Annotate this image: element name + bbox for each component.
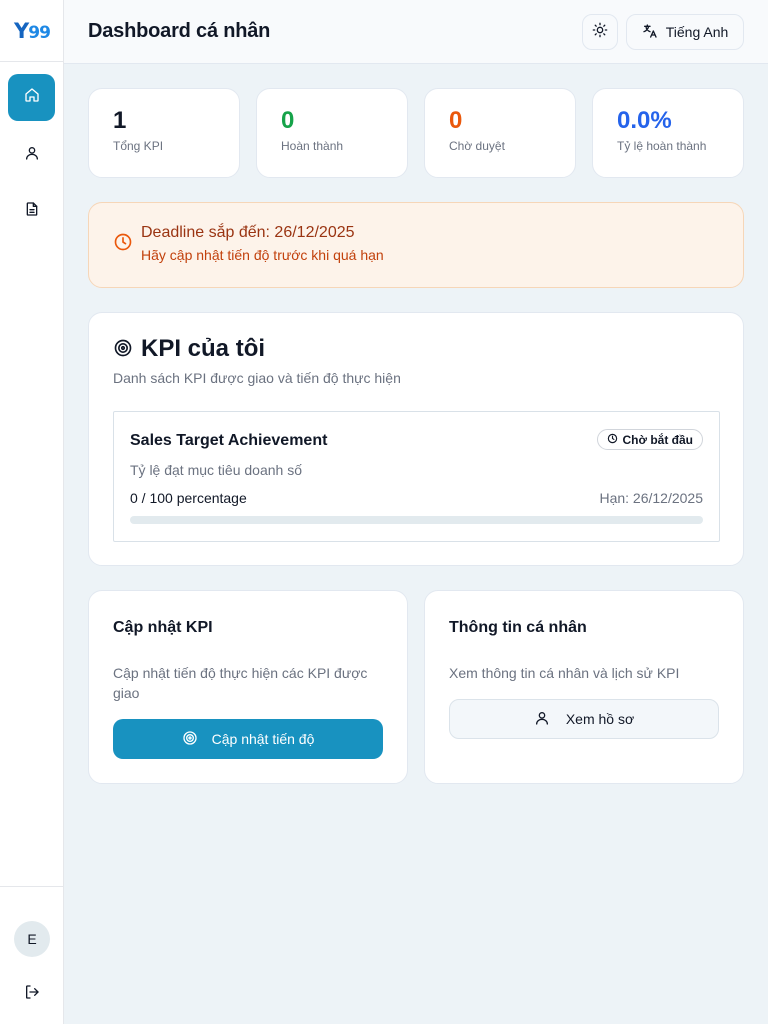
kpi-description: Tỷ lệ đạt mục tiêu doanh số [130,462,302,478]
kpi-list-item[interactable]: Sales Target Achievement Chờ bắt đầu Tỷ … [113,411,720,542]
clock-icon [607,433,618,447]
language-button[interactable]: Tiếng Anh [626,14,744,50]
target-icon [113,338,133,358]
status-label: Chờ bắt đầu [622,432,693,447]
update-kpi-card: Cập nhật KPI Cập nhật tiến độ thực hiện … [88,590,408,784]
card-description: Cập nhật tiến độ thực hiện các KPI được … [113,665,368,701]
brand-logo[interactable]: Y99 [0,0,64,62]
user-icon [534,710,550,729]
stat-label: Chờ duyệt [449,139,505,153]
section-title: KPI của tôi [141,335,266,362]
language-label: Tiếng Anh [665,24,729,40]
user-icon [24,145,40,166]
document-icon [24,201,40,222]
top-header: Dashboard cá nhân Tiếng Anh [64,0,768,64]
stat-card-completed: 0 Hoàn thành [256,88,408,178]
card-title: Thông tin cá nhân [449,619,587,636]
logo-number: 99 [28,22,51,43]
sidebar: Y99 E [0,0,64,1024]
alert-subtitle: Hãy cập nhật tiến độ trước khi quá hạn [141,247,384,263]
avatar[interactable]: E [14,921,50,957]
stat-label: Tỷ lệ hoàn thành [617,139,707,153]
card-title: Cập nhật KPI [113,619,213,636]
sidebar-item-home[interactable] [8,74,55,121]
alert-title: Deadline sắp đến: 26/12/2025 [141,224,355,241]
stat-card-completion-rate: 0.0% Tỷ lệ hoàn thành [592,88,744,178]
kpi-name: Sales Target Achievement [130,432,328,449]
deadline-alert: Deadline sắp đến: 26/12/2025 Hãy cập nhậ… [88,202,744,288]
logout-icon [24,984,40,1005]
kpi-progress-bar [130,516,703,524]
button-label: Cập nhật tiến độ [211,731,315,747]
update-progress-button[interactable]: Cập nhật tiến độ [113,719,383,759]
stat-value: 0 [281,107,295,134]
theme-toggle-button[interactable] [582,14,618,50]
view-profile-button[interactable]: Xem hồ sơ [449,699,719,739]
stat-card-pending: 0 Chờ duyệt [424,88,576,178]
stat-label: Hoàn thành [281,139,344,153]
button-label: Xem hồ sơ [565,711,635,727]
clock-icon [113,232,133,252]
sidebar-footer: E [0,886,64,1024]
status-badge: Chờ bắt đầu [597,429,703,450]
sidebar-item-documents[interactable] [8,188,55,235]
translate-icon [642,23,658,42]
section-description: Danh sách KPI được giao và tiến độ thực … [113,370,401,386]
home-icon [24,87,40,108]
sidebar-item-profile[interactable] [8,132,55,179]
my-kpi-section: KPI của tôi Danh sách KPI được giao và t… [88,312,744,566]
stat-card-total: 1 Tổng KPI [88,88,240,178]
stat-value: 1 [113,107,127,134]
logo-letter: Y [14,18,29,43]
stat-value: 0 [449,107,463,134]
stat-value: 0.0% [617,107,672,134]
logo-text: Y99 [14,18,51,43]
profile-info-card: Thông tin cá nhân Xem thông tin cá nhân … [424,590,744,784]
target-icon [182,730,198,749]
kpi-deadline: Hạn: 26/12/2025 [599,490,703,506]
logout-button[interactable] [22,984,42,1004]
card-description: Xem thông tin cá nhân và lịch sử KPI [449,665,680,681]
sun-icon [592,22,608,43]
kpi-progress-text: 0 / 100 percentage [130,490,247,506]
page-title: Dashboard cá nhân [88,20,271,42]
stat-label: Tổng KPI [113,139,164,153]
